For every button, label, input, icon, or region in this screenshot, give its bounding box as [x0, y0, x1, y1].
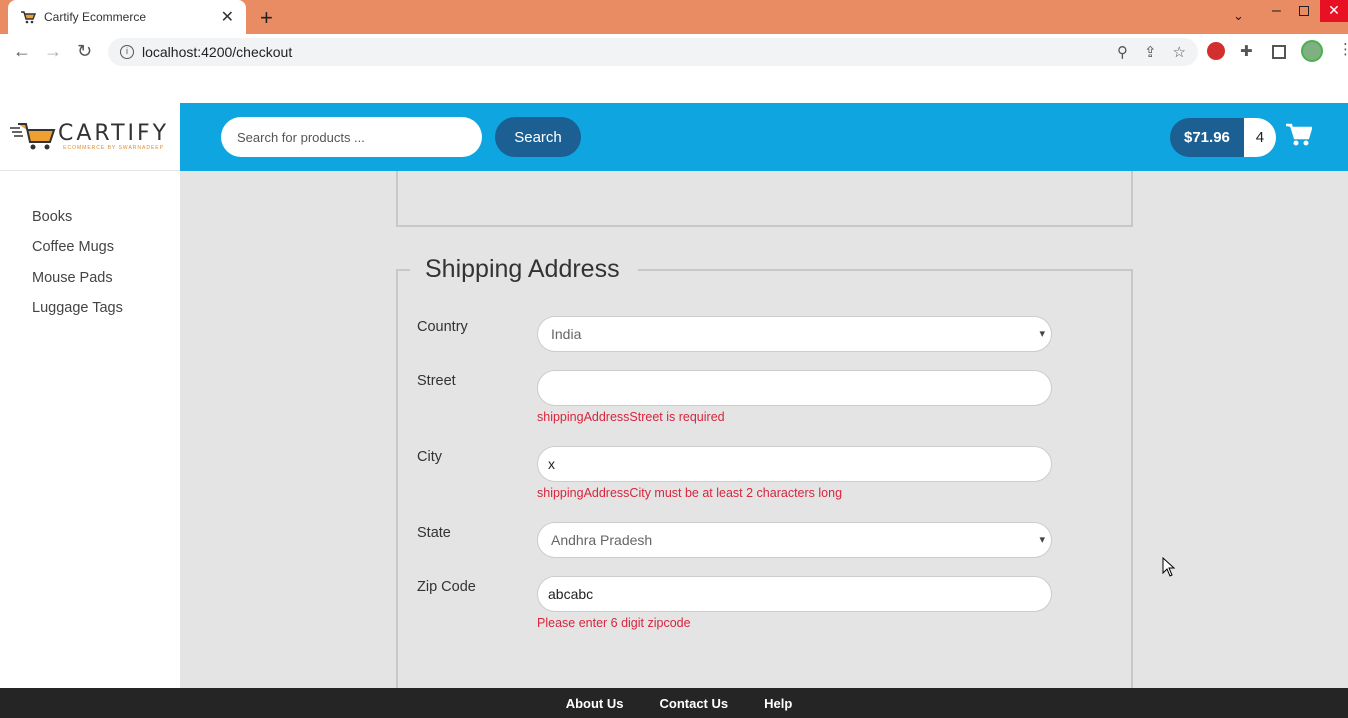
- sidebar-item-luggage-tags[interactable]: Luggage Tags: [32, 300, 123, 316]
- back-icon[interactable]: ←: [13, 41, 31, 62]
- search-input[interactable]: [221, 117, 482, 157]
- browser-tab[interactable]: Cartify Ecommerce ✕: [8, 0, 246, 34]
- cart-favicon-icon: [21, 11, 36, 24]
- tab-search-chevron-icon[interactable]: ⌄: [1233, 8, 1244, 24]
- shopping-cart-icon[interactable]: [1286, 123, 1312, 147]
- previous-section-box: [396, 171, 1133, 227]
- street-error: shippingAddressStreet is required: [537, 410, 725, 424]
- extensions-puzzle-icon[interactable]: ✚: [1240, 42, 1253, 60]
- zoom-icon[interactable]: ⚲: [1117, 43, 1128, 61]
- share-icon[interactable]: ⇪: [1144, 43, 1157, 61]
- bookmark-star-icon[interactable]: ☆: [1173, 43, 1186, 61]
- tab-title: Cartify Ecommerce: [44, 10, 147, 24]
- state-label: State: [417, 525, 451, 541]
- page: CARTIFY ECOMMERCE BY SWARNADEEP Search $…: [0, 70, 1348, 718]
- footer-link-help[interactable]: Help: [764, 696, 792, 711]
- cart-count: 4: [1243, 118, 1276, 157]
- address-bar[interactable]: i localhost:4200/checkout ⚲ ⇪ ☆: [108, 38, 1198, 66]
- tab-close-icon[interactable]: ✕: [221, 7, 234, 27]
- logo-tagline: ECOMMERCE BY SWARNADEEP: [63, 144, 164, 151]
- adblock-extension-icon[interactable]: [1207, 42, 1225, 60]
- zip-code-error: Please enter 6 digit zipcode: [537, 616, 691, 630]
- zip-code-input[interactable]: abcabc: [537, 576, 1052, 612]
- street-input[interactable]: [537, 370, 1052, 406]
- cart-total: $71.96: [1170, 118, 1244, 157]
- side-panel-icon[interactable]: [1272, 45, 1286, 59]
- country-value: India: [551, 326, 582, 342]
- maximize-icon[interactable]: [1299, 6, 1309, 16]
- chevron-down-icon: ▾: [1039, 534, 1045, 546]
- footer-link-about-us[interactable]: About Us: [566, 696, 624, 711]
- logo-cart-icon: [10, 122, 56, 149]
- browser-tab-bar: Cartify Ecommerce ✕ + ⌄ – ✕: [0, 0, 1348, 34]
- profile-avatar[interactable]: [1301, 40, 1323, 62]
- mouse-cursor-icon: [1162, 557, 1176, 577]
- footer-link-contact-us[interactable]: Contact Us: [659, 696, 728, 711]
- site-footer: About Us Contact Us Help: [0, 688, 1348, 718]
- logo-word: CARTIFY: [58, 120, 170, 146]
- window-close-icon[interactable]: ✕: [1320, 0, 1348, 22]
- logo[interactable]: CARTIFY ECOMMERCE BY SWARNADEEP: [0, 103, 180, 171]
- menu-more-icon[interactable]: ⋮: [1338, 40, 1348, 58]
- forward-icon[interactable]: →: [44, 41, 62, 62]
- sidebar-item-coffee-mugs[interactable]: Coffee Mugs: [32, 239, 114, 255]
- street-label: Street: [417, 373, 456, 389]
- minimize-icon[interactable]: –: [1272, 2, 1281, 20]
- browser-toolbar: ← → ↻ i localhost:4200/checkout ⚲ ⇪ ☆ ✚ …: [0, 34, 1348, 70]
- checkout-main: Shipping Address Country India ▾ Street …: [180, 171, 1348, 718]
- site-header: Search $71.96 4: [180, 103, 1348, 171]
- new-tab-icon[interactable]: +: [260, 5, 273, 31]
- url-text[interactable]: localhost:4200/checkout: [142, 44, 1101, 60]
- city-label: City: [417, 449, 442, 465]
- sidebar-item-mouse-pads[interactable]: Mouse Pads: [32, 270, 113, 286]
- state-value: Andhra Pradesh: [551, 532, 653, 548]
- logo-text: CARTIFY ECOMMERCE BY SWARNADEEP: [58, 120, 170, 151]
- city-input[interactable]: x: [537, 446, 1052, 482]
- shipping-address-title: Shipping Address: [410, 255, 638, 284]
- site-info-icon[interactable]: i: [120, 45, 134, 59]
- country-label: Country: [417, 319, 468, 335]
- sidebar-item-books[interactable]: Books: [32, 209, 72, 225]
- chevron-down-icon: ▾: [1039, 328, 1045, 340]
- cart-status[interactable]: $71.96 4: [1170, 118, 1276, 157]
- country-select[interactable]: India ▾: [537, 316, 1052, 352]
- search-button[interactable]: Search: [495, 117, 581, 157]
- city-error: shippingAddressCity must be at least 2 c…: [537, 486, 843, 500]
- state-select[interactable]: Andhra Pradesh ▾: [537, 522, 1052, 558]
- category-sidebar: Books Coffee Mugs Mouse Pads Luggage Tag…: [0, 171, 180, 718]
- reload-icon[interactable]: ↻: [77, 41, 92, 62]
- zip-code-label: Zip Code: [417, 579, 476, 595]
